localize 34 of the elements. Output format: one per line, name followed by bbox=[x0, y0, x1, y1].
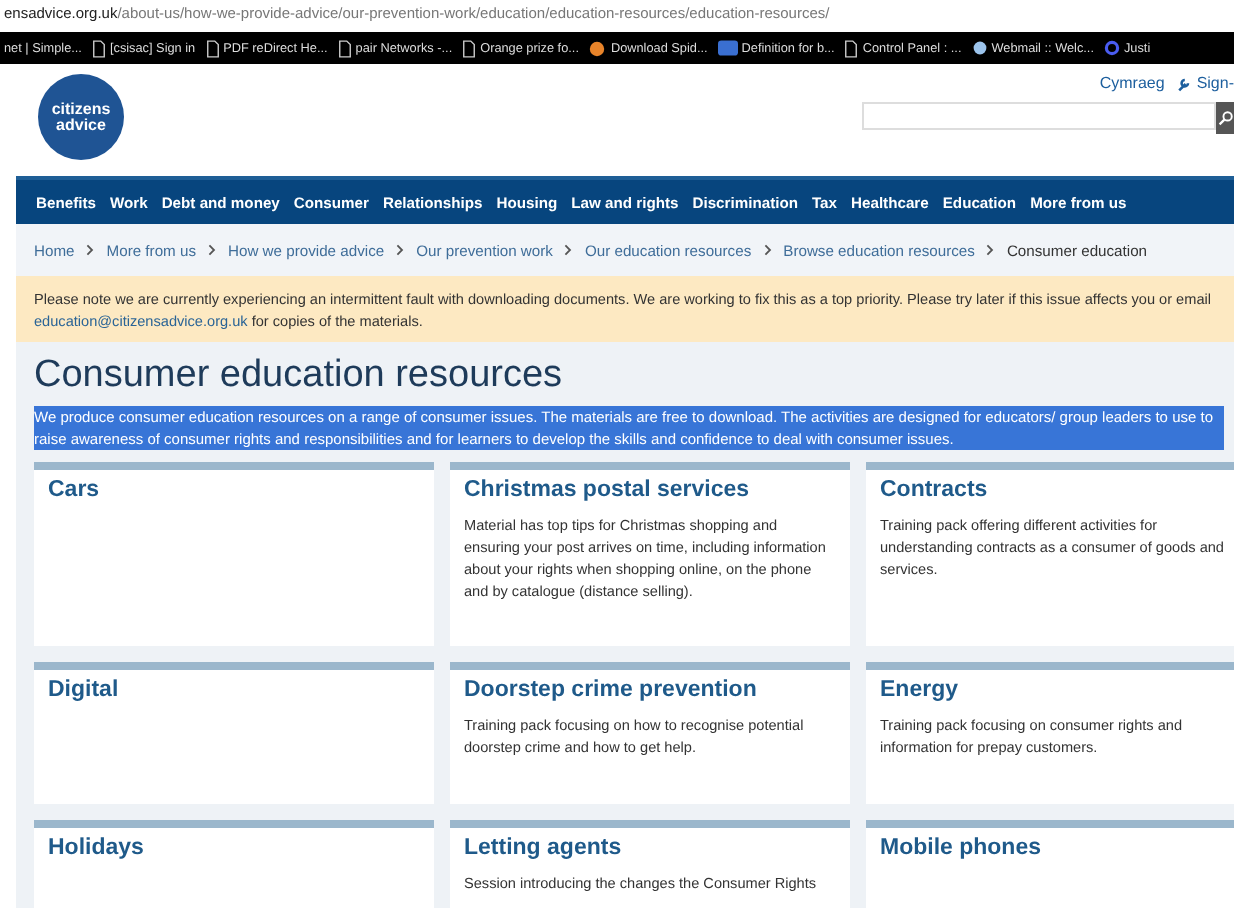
card-title[interactable]: Cars bbox=[48, 478, 420, 502]
page-icon bbox=[205, 39, 220, 57]
wrench-icon bbox=[1176, 75, 1193, 91]
globe-icon bbox=[971, 40, 988, 56]
resource-card[interactable]: Holidays bbox=[34, 820, 434, 908]
page-icon bbox=[91, 39, 106, 57]
search-button[interactable] bbox=[1216, 102, 1234, 134]
page-icon bbox=[337, 39, 352, 57]
resource-card[interactable]: Cars bbox=[34, 462, 434, 646]
search-field[interactable] bbox=[862, 102, 1216, 130]
card-title[interactable]: Letting agents bbox=[464, 836, 836, 860]
card-title[interactable]: Mobile phones bbox=[880, 836, 1234, 860]
page-icon bbox=[844, 39, 859, 57]
card-title[interactable]: Christmas postal services bbox=[464, 478, 836, 502]
sign-in-link[interactable]: Sign- bbox=[1176, 74, 1234, 92]
chevron-icon bbox=[564, 244, 573, 256]
card-title[interactable]: Holidays bbox=[48, 836, 420, 860]
chevron-icon bbox=[396, 244, 405, 256]
card-title[interactable]: Digital bbox=[48, 678, 420, 702]
card-title[interactable]: Energy bbox=[880, 678, 1234, 702]
page-icon bbox=[462, 39, 477, 57]
chevron-icon bbox=[86, 244, 95, 256]
ring-icon bbox=[1103, 40, 1120, 56]
resource-card[interactable]: Digital bbox=[34, 662, 434, 804]
language-link[interactable]: Cymraeg bbox=[1099, 74, 1165, 92]
page-title: Consumer education resources bbox=[34, 354, 565, 398]
resource-card[interactable] bbox=[450, 462, 850, 646]
card-title[interactable]: Doorstep crime prevention bbox=[464, 678, 836, 702]
chevron-icon bbox=[208, 244, 216, 256]
chevron-icon bbox=[763, 244, 772, 256]
logo-badge[interactable]: citizens advice bbox=[38, 74, 124, 160]
card-title[interactable]: Contracts bbox=[880, 478, 1234, 502]
resource-card[interactable]: Mobile phones bbox=[866, 820, 1234, 908]
chevron-icon bbox=[986, 244, 995, 256]
